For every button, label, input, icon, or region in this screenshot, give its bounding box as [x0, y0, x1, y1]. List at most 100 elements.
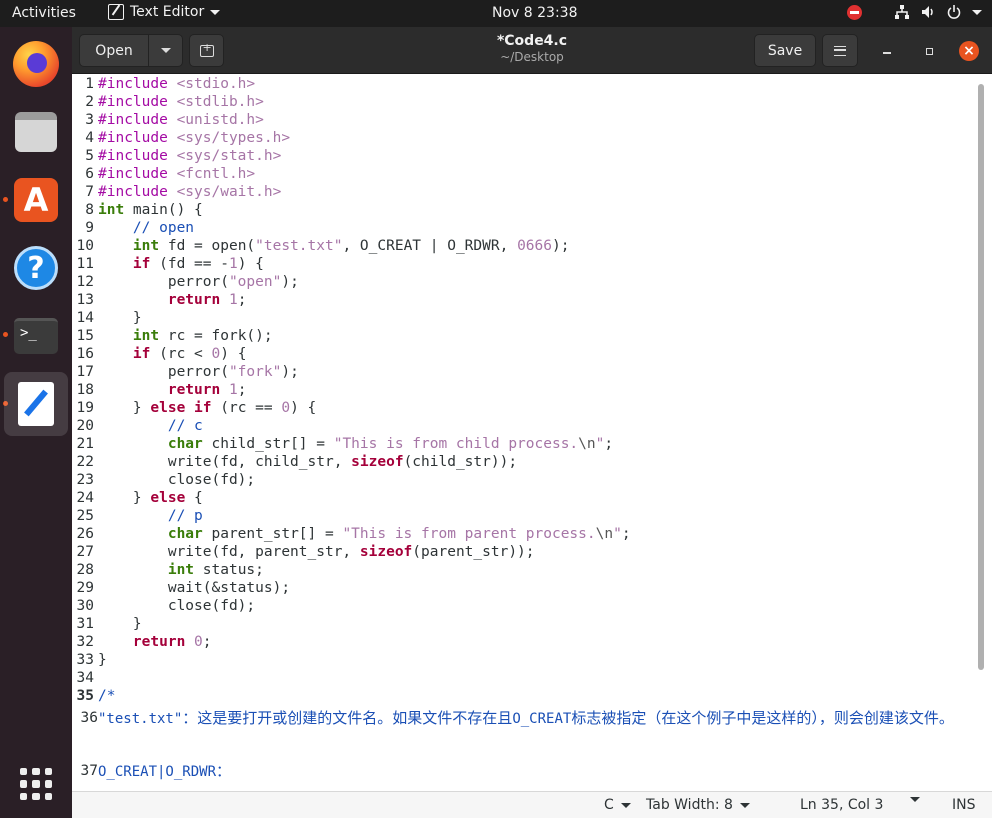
code-text: #include <stdlib.h> — [98, 93, 264, 111]
insert-mode[interactable]: INS — [952, 797, 976, 813]
code-text: char child_str[] = "This is from child p… — [98, 435, 613, 453]
plain-token: } — [98, 400, 151, 416]
chevron-down-icon[interactable] — [972, 9, 982, 15]
code-text: char parent_str[] = "This is from parent… — [98, 525, 631, 543]
power-icon[interactable] — [946, 4, 962, 20]
plain-token: { — [185, 490, 203, 506]
volume-icon[interactable] — [920, 4, 936, 20]
com-token: // p — [167, 508, 203, 524]
dock-software-store[interactable]: A — [4, 168, 68, 232]
code-text: #include <sys/stat.h> — [98, 147, 281, 165]
line-number: 20 — [76, 418, 94, 434]
num-token: 0 — [281, 400, 291, 416]
code-text: int fd = open("test.txt", O_CREAT | O_RD… — [98, 237, 570, 255]
headerbar: Open *Code4.c ~/Desktop Save × — [72, 27, 992, 74]
save-button[interactable]: Save — [754, 34, 816, 67]
language-selector[interactable]: C — [604, 797, 631, 813]
str-token: "test.txt" — [255, 238, 343, 254]
line-number: 35 — [76, 688, 94, 704]
pre-token: #include — [98, 76, 168, 92]
maximize-button[interactable] — [919, 41, 939, 61]
pre-token: #include — [98, 94, 168, 110]
text-editor-area[interactable]: 35/* 34 33} 32 return 0; 31 } 30 close(fd); 29… — [72, 74, 992, 791]
tab-width-selector[interactable]: Tab Width: 8 — [646, 797, 750, 813]
plain-token: (rc == — [211, 400, 282, 416]
open-menu-button[interactable] — [148, 34, 183, 67]
line-number: 24 — [76, 490, 94, 506]
plain-token: } — [98, 490, 151, 506]
code-text: } — [98, 309, 142, 327]
line-number: 30 — [76, 598, 94, 614]
chevron-down-icon — [739, 802, 750, 808]
constant-token: O_CREAT — [512, 711, 572, 727]
minimize-button[interactable] — [877, 41, 897, 61]
vertical-scrollbar[interactable] — [978, 84, 984, 670]
dock-files[interactable] — [4, 100, 68, 164]
code-text: } else { — [98, 489, 203, 507]
comment-text: 标志被指定（在这个例子中是这样的），则会创建该文件。 — [571, 709, 954, 727]
code-text: wait(&status); — [98, 579, 290, 597]
plain-token: ; — [237, 382, 247, 398]
str-token: "open" — [228, 274, 282, 290]
cursor-position-label: Ln 35, Col 3 — [800, 797, 884, 813]
system-tray[interactable] — [847, 4, 982, 20]
open-button[interactable]: Open — [79, 34, 149, 67]
new-document-button[interactable] — [189, 34, 224, 67]
type-token: int — [98, 202, 125, 218]
line-number: 14 — [76, 310, 94, 326]
dock-terminal[interactable]: >_ — [4, 304, 68, 368]
cursor-position[interactable]: Ln 35, Col 3 — [800, 797, 883, 813]
code-line-37: O_CREAT|O_RDWR： — [98, 758, 978, 785]
app-menu[interactable]: Text Editor — [108, 4, 221, 20]
position-menu[interactable] — [910, 797, 920, 802]
plain-token: } — [98, 616, 142, 632]
clock[interactable]: Nov 8 23:38 — [492, 5, 577, 21]
top-bar: Activities Text Editor Nov 8 23:38 — [0, 0, 992, 27]
code-text: int main() { — [98, 201, 203, 219]
code-text: } — [98, 615, 142, 633]
network-icon[interactable] — [894, 4, 910, 20]
close-button[interactable]: × — [959, 41, 979, 61]
plain-token: ) { — [290, 400, 317, 416]
dock-text-editor[interactable] — [4, 372, 68, 436]
plain-token: (parent_str)); — [412, 544, 535, 560]
code-text: #include <sys/types.h> — [98, 129, 290, 147]
line-number: 34 — [76, 670, 94, 686]
stop-icon[interactable] — [847, 4, 862, 20]
plain-token: ); — [281, 274, 299, 290]
status-bar: C Tab Width: 8 Ln 35, Col 3 INS — [72, 791, 992, 818]
line-number: 8 — [85, 202, 94, 218]
kw-token: sizeof — [359, 544, 413, 560]
plain-token: status; — [194, 562, 264, 578]
plain-token: , O_CREAT | O_RDWR, — [342, 238, 518, 254]
code-text: close(fd); — [98, 597, 255, 615]
activities-button[interactable]: Activities — [12, 5, 76, 21]
code-text: /* — [98, 687, 115, 705]
line-number: 9 — [85, 220, 94, 236]
num-token: 1 — [228, 292, 238, 308]
plain-token: ; — [237, 292, 247, 308]
dock-firefox[interactable] — [4, 32, 68, 96]
line-number: 1 — [85, 76, 94, 92]
new-tab-icon — [199, 41, 214, 57]
kw-token: else if — [150, 400, 212, 416]
main-menu-button[interactable] — [822, 34, 858, 67]
type-token: int — [132, 328, 160, 344]
line-number: 29 — [76, 580, 94, 596]
plain-token: ; — [621, 526, 631, 542]
dock-help[interactable]: ? — [4, 236, 68, 300]
chevron-down-icon — [620, 802, 631, 808]
code-text: return 1; — [98, 291, 247, 309]
dock-show-apps[interactable] — [4, 752, 68, 816]
